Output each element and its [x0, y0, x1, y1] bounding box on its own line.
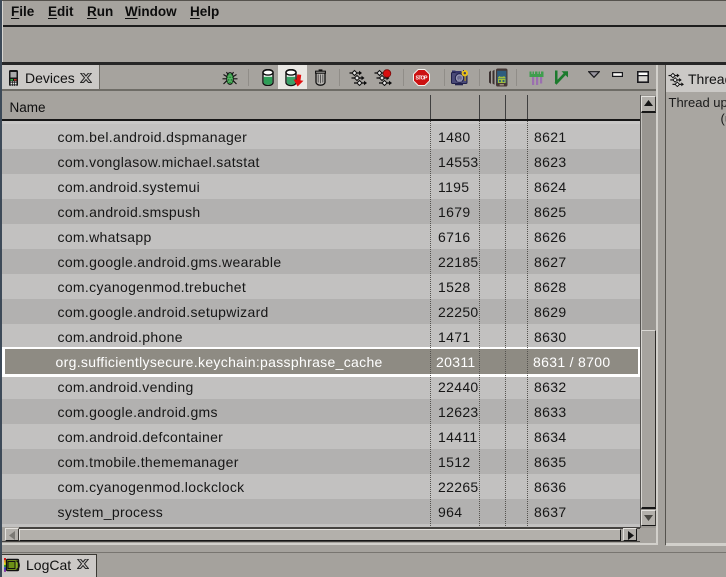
svg-text:STOP: STOP	[416, 76, 429, 82]
